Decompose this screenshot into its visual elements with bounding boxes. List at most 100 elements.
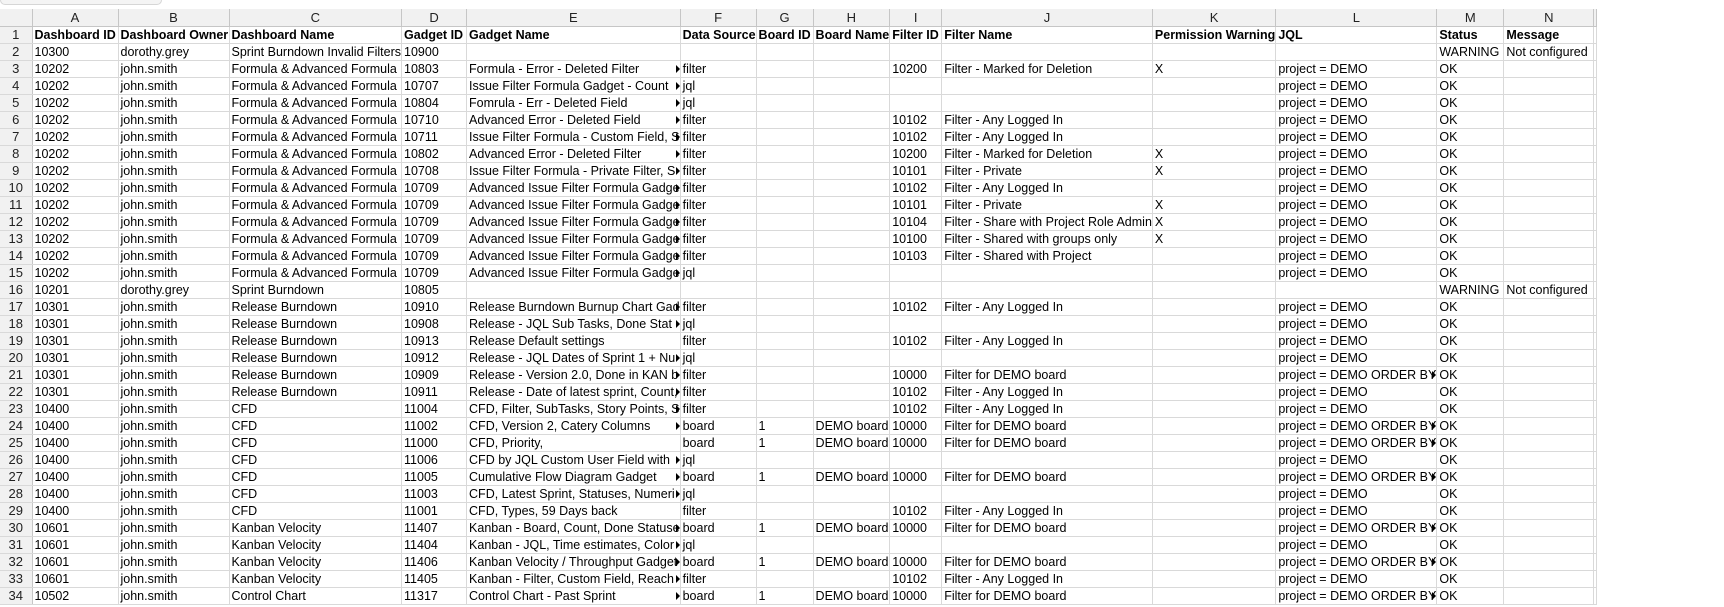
cell-n[interactable] xyxy=(1503,349,1595,367)
row-number[interactable]: 13 xyxy=(0,230,33,248)
cell-a[interactable]: 10400 xyxy=(32,485,119,503)
cell-j[interactable] xyxy=(941,349,1153,367)
cell-n[interactable]: Message xyxy=(1503,26,1595,44)
cell-i[interactable]: 10000 xyxy=(889,366,943,384)
cell-j[interactable] xyxy=(941,43,1153,61)
cell-h[interactable] xyxy=(813,281,891,299)
cell-c[interactable]: Sprint Burndown Invalid Filters xyxy=(229,43,403,61)
cell-l[interactable]: project = DEMO xyxy=(1275,264,1438,282)
cell-i[interactable]: 10101 xyxy=(889,196,943,214)
cell-h[interactable] xyxy=(813,77,891,95)
cell-h[interactable] xyxy=(813,400,891,418)
cell-g[interactable] xyxy=(756,111,814,129)
cell-l[interactable]: project = DEMO xyxy=(1275,502,1438,520)
cell-m[interactable]: OK xyxy=(1436,315,1505,333)
cell-i[interactable]: 10102 xyxy=(889,570,943,588)
cell-k[interactable] xyxy=(1152,400,1277,418)
cell-d[interactable]: 10709 xyxy=(401,264,468,282)
cell-k[interactable] xyxy=(1152,111,1277,129)
cell-g[interactable] xyxy=(756,179,814,197)
cell-l[interactable]: project = DEMO xyxy=(1275,485,1438,503)
row-number[interactable]: 33 xyxy=(0,570,33,588)
cell-j[interactable]: Filter for DEMO board xyxy=(941,366,1153,384)
cell-m[interactable]: OK xyxy=(1436,298,1505,316)
cell-d[interactable]: 10909 xyxy=(401,366,468,384)
cell-l[interactable]: project = DEMO xyxy=(1275,247,1438,265)
row-number[interactable]: 22 xyxy=(0,383,33,401)
cell-i[interactable] xyxy=(889,485,943,503)
cell-l[interactable]: project = DEMO xyxy=(1275,332,1438,350)
cell-d[interactable]: 10910 xyxy=(401,298,468,316)
row-number[interactable]: 8 xyxy=(0,145,33,163)
cell-j[interactable]: Filter - Any Logged In xyxy=(941,332,1153,350)
cell-e[interactable]: Fomrula - Err - Deleted Field xyxy=(466,94,681,112)
cell-i[interactable]: 10103 xyxy=(889,247,943,265)
cell-h[interactable] xyxy=(813,196,891,214)
cell-h[interactable]: DEMO board xyxy=(813,587,891,605)
cell-h[interactable]: DEMO board xyxy=(813,434,891,452)
row-number[interactable]: 4 xyxy=(0,77,33,95)
cell-l[interactable]: project = DEMO xyxy=(1275,145,1438,163)
cell-a[interactable]: 10301 xyxy=(32,349,119,367)
row-number[interactable]: 21 xyxy=(0,366,33,384)
cell-a[interactable]: 10202 xyxy=(32,60,119,78)
cell-c[interactable]: Release Burndown xyxy=(229,298,403,316)
cell-l[interactable] xyxy=(1275,281,1438,299)
cell-i[interactable]: 10102 xyxy=(889,128,943,146)
cell-f[interactable]: filter xyxy=(680,60,757,78)
row-number[interactable]: 5 xyxy=(0,94,33,112)
cell-j[interactable]: Filter - Any Logged In xyxy=(941,179,1153,197)
cell-b[interactable]: john.smith xyxy=(118,332,230,350)
cell-e[interactable]: Release Default settings xyxy=(466,332,681,350)
cell-l[interactable]: project = DEMO xyxy=(1275,315,1438,333)
cell-m[interactable]: OK xyxy=(1436,128,1505,146)
cell-n[interactable] xyxy=(1503,315,1595,333)
cell-k[interactable]: X xyxy=(1152,162,1277,180)
cell-b[interactable]: john.smith xyxy=(118,400,230,418)
cell-l[interactable]: project = DEMO ORDER BY xyxy=(1275,553,1438,571)
cell-n[interactable] xyxy=(1503,179,1595,197)
column-header-j[interactable]: J xyxy=(941,9,1153,27)
row-number[interactable]: 12 xyxy=(0,213,33,231)
cell-n[interactable] xyxy=(1503,485,1595,503)
cell-m[interactable]: OK xyxy=(1436,77,1505,95)
column-header-n[interactable]: N xyxy=(1503,9,1595,27)
cell-a[interactable]: 10202 xyxy=(32,111,119,129)
cell-h[interactable]: DEMO board xyxy=(813,468,891,486)
cell-f[interactable]: Data Source xyxy=(680,26,757,44)
cell-g[interactable] xyxy=(756,60,814,78)
cell-f[interactable]: filter xyxy=(680,179,757,197)
cell-n[interactable] xyxy=(1503,366,1595,384)
cell-d[interactable]: 10911 xyxy=(401,383,468,401)
cell-j[interactable]: Filter - Shared with Project xyxy=(941,247,1153,265)
cell-b[interactable]: dorothy.grey xyxy=(118,281,230,299)
cell-e[interactable]: Release - JQL Sub Tasks, Done Stat xyxy=(466,315,681,333)
cell-j[interactable]: Filter - Any Logged In xyxy=(941,502,1153,520)
cell-l[interactable]: project = DEMO ORDER BY xyxy=(1275,468,1438,486)
cell-e[interactable]: Kanban - JQL, Time estimates, Color xyxy=(466,536,681,554)
cell-e[interactable]: Issue Filter Formula Gadget - Count xyxy=(466,77,681,95)
cell-b[interactable]: john.smith xyxy=(118,230,230,248)
cell-n[interactable] xyxy=(1503,332,1595,350)
row-number[interactable]: 9 xyxy=(0,162,33,180)
cell-h[interactable] xyxy=(813,502,891,520)
cell-b[interactable]: john.smith xyxy=(118,247,230,265)
cell-e[interactable]: Release Burndown Burnup Chart Gad xyxy=(466,298,681,316)
cell-c[interactable]: Formula & Advanced Formula xyxy=(229,77,403,95)
cell-k[interactable] xyxy=(1152,298,1277,316)
cell-i[interactable]: 10000 xyxy=(889,587,943,605)
cell-d[interactable]: 10803 xyxy=(401,60,468,78)
cell-i[interactable]: 10102 xyxy=(889,179,943,197)
row-number[interactable]: 26 xyxy=(0,451,33,469)
cell-i[interactable]: 10102 xyxy=(889,332,943,350)
cell-i[interactable] xyxy=(889,536,943,554)
cell-g[interactable] xyxy=(756,196,814,214)
cell-c[interactable]: Formula & Advanced Formula xyxy=(229,196,403,214)
cell-c[interactable]: Formula & Advanced Formula xyxy=(229,162,403,180)
cell-m[interactable]: OK xyxy=(1436,587,1505,605)
cell-d[interactable]: 11004 xyxy=(401,400,468,418)
cell-n[interactable] xyxy=(1503,553,1595,571)
cell-d[interactable]: 10805 xyxy=(401,281,468,299)
cell-e[interactable]: CFD by JQL Custom User Field with xyxy=(466,451,681,469)
cell-a[interactable]: 10202 xyxy=(32,196,119,214)
